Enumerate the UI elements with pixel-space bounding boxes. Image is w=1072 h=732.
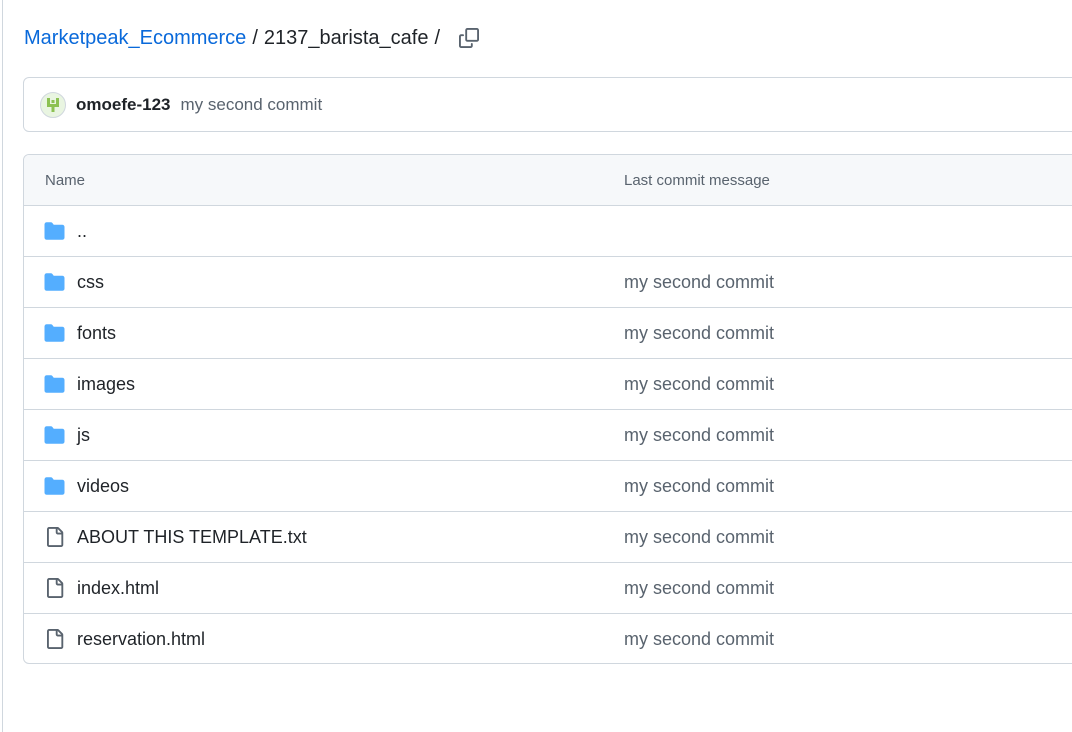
row-commit-message[interactable]: my second commit [624, 323, 774, 344]
commit-message-link[interactable]: my second commit [180, 95, 322, 115]
row-commit-message[interactable]: my second commit [624, 629, 774, 650]
folder-link[interactable]: fonts [77, 323, 116, 344]
folder-icon [44, 272, 65, 292]
breadcrumb: Marketpeak_Ecommerce / 2137_barista_cafe… [24, 24, 482, 52]
folder-icon [44, 425, 65, 445]
breadcrumb-current-folder: 2137_barista_cafe [263, 26, 429, 49]
copy-icon [459, 28, 480, 48]
table-row[interactable]: ABOUT THIS TEMPLATE.txt my second commit [24, 512, 1072, 563]
latest-commit-box: omoefe-123 my second commit [23, 77, 1072, 132]
folder-link[interactable]: videos [77, 476, 129, 497]
table-row[interactable]: js my second commit [24, 410, 1072, 461]
file-table: Name Last commit message .. css my second … [23, 154, 1072, 664]
copy-path-button[interactable] [456, 25, 482, 51]
table-row[interactable]: images my second commit [24, 359, 1072, 410]
file-icon [44, 629, 65, 649]
row-commit-message[interactable]: my second commit [624, 272, 774, 293]
file-link[interactable]: index.html [77, 578, 159, 599]
commit-author-link[interactable]: omoefe-123 [76, 95, 170, 115]
table-header: Name Last commit message [24, 155, 1072, 206]
folder-icon [44, 476, 65, 496]
folder-icon [44, 221, 65, 241]
table-row[interactable]: videos my second commit [24, 461, 1072, 512]
folder-link[interactable]: css [77, 272, 104, 293]
row-commit-message[interactable]: my second commit [624, 374, 774, 395]
table-row[interactable]: .. [24, 206, 1072, 257]
file-icon [44, 578, 65, 598]
table-row[interactable]: reservation.html my second commit [24, 614, 1072, 663]
folder-link[interactable]: .. [77, 221, 87, 242]
file-link[interactable]: reservation.html [77, 629, 205, 650]
table-row[interactable]: css my second commit [24, 257, 1072, 308]
folder-icon [44, 374, 65, 394]
column-header-last-commit-message: Last commit message [624, 172, 770, 189]
folder-link[interactable]: js [77, 425, 90, 446]
folder-link[interactable]: images [77, 374, 135, 395]
table-row[interactable]: index.html my second commit [24, 563, 1072, 614]
row-commit-message[interactable]: my second commit [624, 425, 774, 446]
row-commit-message[interactable]: my second commit [624, 476, 774, 497]
identicon-icon [47, 97, 59, 112]
file-icon [44, 527, 65, 547]
file-link[interactable]: ABOUT THIS TEMPLATE.txt [77, 527, 307, 548]
breadcrumb-trailing-separator: / [434, 26, 441, 49]
folder-icon [44, 323, 65, 343]
breadcrumb-separator: / [252, 26, 258, 49]
breadcrumb-repo-link[interactable]: Marketpeak_Ecommerce [24, 27, 246, 50]
column-header-name: Name [45, 172, 86, 189]
table-row[interactable]: fonts my second commit [24, 308, 1072, 359]
avatar[interactable] [40, 91, 66, 118]
page-left-border [2, 0, 3, 732]
row-commit-message[interactable]: my second commit [624, 527, 774, 548]
row-commit-message[interactable]: my second commit [624, 578, 774, 599]
